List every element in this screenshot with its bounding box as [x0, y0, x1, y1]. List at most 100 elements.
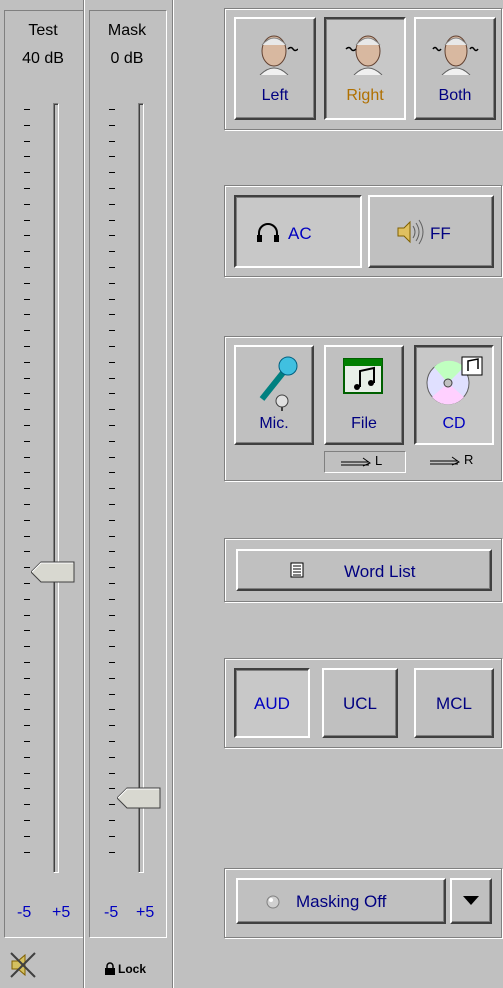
tick-mark [109, 125, 115, 126]
mic-button[interactable]: Mic. [234, 345, 314, 445]
tick-mark [109, 204, 115, 205]
word-list-button[interactable]: Word List [236, 549, 492, 591]
tick-mark [109, 773, 115, 774]
tick-mark [24, 220, 30, 221]
file-label: File [351, 415, 377, 432]
tick-mark [24, 409, 30, 410]
speaker-muted-icon[interactable] [8, 950, 38, 980]
tick-mark [24, 299, 30, 300]
masking-dropdown-button[interactable] [450, 878, 492, 924]
right-ear-label: Right [346, 87, 384, 104]
tick-mark [109, 741, 115, 742]
tick-mark [24, 646, 30, 647]
ac-button[interactable]: AC [234, 195, 362, 268]
music-file-icon [343, 358, 383, 394]
test-scale-min: -5 [17, 904, 32, 921]
tick-mark [109, 172, 115, 173]
tick-mark [24, 393, 30, 394]
mask-slider-thumb[interactable] [117, 787, 161, 809]
tick-mark [109, 709, 115, 710]
tick-mark [109, 441, 115, 442]
ff-button[interactable]: FF [368, 195, 494, 268]
aud-button[interactable]: AUD [234, 668, 310, 738]
word-list-label: Word List [344, 562, 416, 581]
tick-mark [24, 662, 30, 663]
tick-mark [24, 378, 30, 379]
tick-mark [109, 852, 115, 853]
tick-mark [24, 109, 30, 110]
tick-mark [24, 567, 30, 568]
masking-toggle-button[interactable]: Masking Off [236, 878, 446, 924]
right-ear-button[interactable]: Right [324, 17, 406, 120]
test-slider-thumb[interactable] [31, 561, 75, 583]
file-route-indicator[interactable]: L [324, 451, 406, 473]
tick-mark [24, 204, 30, 205]
mask-slider-track[interactable] [138, 103, 144, 873]
cd-route-label: R [464, 452, 474, 467]
left-ear-button[interactable]: Left [234, 17, 316, 120]
tick-mark [24, 615, 30, 616]
test-slider-panel [4, 10, 84, 938]
cd-route-indicator[interactable]: R [414, 451, 494, 471]
tick-mark [24, 709, 30, 710]
mcl-label: MCL [436, 694, 472, 713]
cd-button[interactable]: CD [414, 345, 494, 445]
tick-mark [109, 220, 115, 221]
tick-mark [24, 283, 30, 284]
tick-mark [24, 141, 30, 142]
tick-mark [109, 283, 115, 284]
test-level: 40 dB [22, 50, 64, 67]
speaker-icon [397, 219, 424, 245]
tick-mark [109, 188, 115, 189]
tick-mark [109, 694, 115, 695]
tick-mark [109, 141, 115, 142]
tick-mark [109, 820, 115, 821]
mask-level: 0 dB [110, 50, 144, 67]
tick-mark [24, 741, 30, 742]
tick-mark [24, 441, 30, 442]
test-slider-track[interactable] [53, 103, 59, 873]
file-button[interactable]: File [324, 345, 404, 445]
tick-mark [109, 678, 115, 679]
mcl-button[interactable]: MCL [414, 668, 494, 738]
tick-mark [24, 314, 30, 315]
tick-mark [109, 630, 115, 631]
status-light-icon [266, 895, 280, 909]
tick-mark [109, 235, 115, 236]
face-both-icon [432, 35, 479, 75]
tick-mark [109, 662, 115, 663]
lock-label[interactable]: Lock [118, 962, 146, 976]
ucl-button[interactable]: UCL [322, 668, 398, 738]
face-right-icon [345, 35, 383, 75]
aud-label: AUD [254, 694, 290, 713]
tick-mark [109, 488, 115, 489]
tick-mark [109, 299, 115, 300]
headphones-icon [257, 223, 279, 242]
tick-mark [109, 109, 115, 110]
tick-mark [109, 520, 115, 521]
tick-mark [24, 267, 30, 268]
tick-mark [24, 504, 30, 505]
mask-scale-max: +5 [136, 904, 155, 921]
tick-mark [109, 836, 115, 837]
tick-mark [109, 472, 115, 473]
lock-icon[interactable] [104, 962, 116, 976]
tick-mark [24, 472, 30, 473]
cd-label: CD [442, 415, 466, 432]
tick-mark [109, 583, 115, 584]
cd-icon [426, 356, 483, 405]
tick-mark [24, 788, 30, 789]
arrow-right-icon [430, 456, 460, 466]
tick-mark [24, 457, 30, 458]
ac-label: AC [288, 224, 312, 243]
tick-mark [109, 725, 115, 726]
both-ears-button[interactable]: Both [414, 17, 496, 120]
arrow-right-icon [341, 457, 371, 467]
tick-mark [109, 251, 115, 252]
tick-mark [109, 267, 115, 268]
tick-mark [24, 251, 30, 252]
tick-mark [24, 836, 30, 837]
tick-mark [24, 172, 30, 173]
tick-mark [109, 393, 115, 394]
tick-mark [24, 425, 30, 426]
